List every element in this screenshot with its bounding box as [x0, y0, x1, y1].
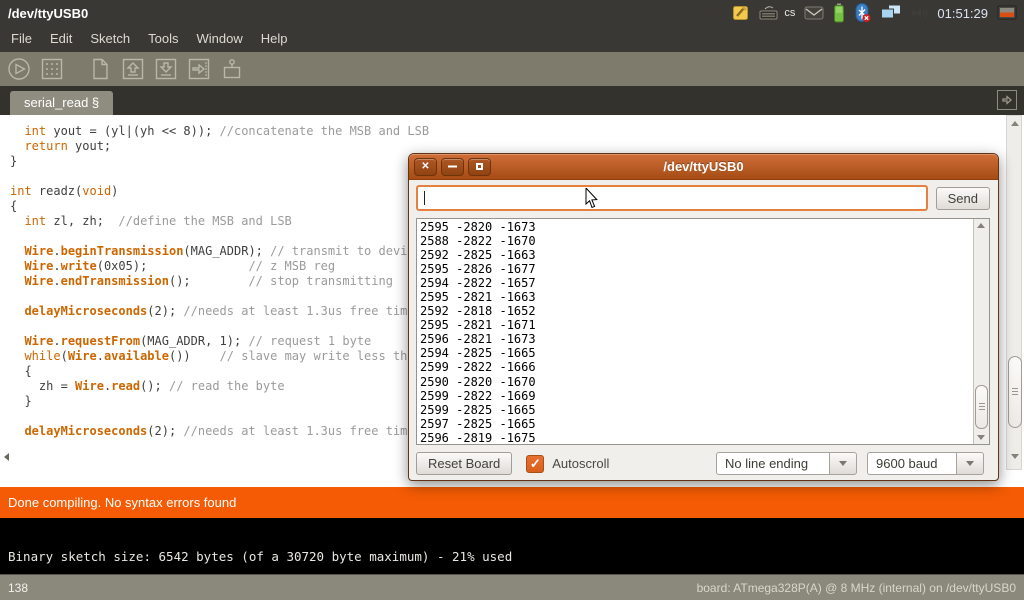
code-line: return yout; [10, 139, 1024, 154]
baud-rate-select[interactable]: 9600 baud [867, 452, 984, 475]
tab-menu-button[interactable] [997, 90, 1017, 110]
save-sketch-button[interactable] [153, 56, 179, 82]
serial-output-line: 2595 -2826 -1677 [420, 262, 971, 276]
text-caret [424, 191, 425, 205]
stop-button[interactable] [39, 56, 65, 82]
chevron-down-icon[interactable] [956, 452, 984, 475]
serial-output-line: 2599 -2822 -1666 [420, 360, 971, 374]
serial-input-row: Send [409, 180, 998, 216]
tab-serial-read[interactable]: serial_read § [10, 91, 113, 115]
menu-item-help[interactable]: Help [252, 26, 297, 52]
h-scroll-left-arrow[interactable] [4, 453, 9, 461]
serial-output-line: 2595 -2820 -1673 [420, 220, 971, 234]
line-ending-value: No line ending [716, 452, 829, 475]
network-icon[interactable] [880, 4, 902, 22]
serial-output-line: 2592 -2818 -1652 [420, 304, 971, 318]
ide-footer: 138 board: ATmega328P(A) @ 8 MHz (intern… [0, 574, 1024, 600]
mail-icon[interactable] [804, 6, 824, 20]
autoscroll-checkbox[interactable]: ✓ [526, 455, 544, 473]
console-output: Binary sketch size: 6542 bytes (of a 307… [0, 518, 1024, 574]
serial-output-line: 2594 -2825 -1665 [420, 346, 971, 360]
serial-output-line: 2596 -2819 -1675 [420, 431, 971, 445]
serial-output-text: 2595 -2820 -16732588 -2822 -16702592 -28… [417, 219, 974, 444]
notes-icon[interactable] [732, 4, 750, 22]
desktop-titlebar: /dev/ttyUSB0 cs 01:51:29 [0, 0, 1024, 26]
scroll-down-arrow[interactable] [977, 435, 985, 440]
console-text: Binary sketch size: 6542 bytes (of a 307… [8, 549, 512, 564]
scroll-up-arrow[interactable] [977, 223, 985, 228]
menu-item-file[interactable]: File [2, 26, 41, 52]
serial-output-scrollbar[interactable] [973, 219, 989, 444]
menubar: FileEditSketchToolsWindowHelp [0, 26, 1024, 52]
clock[interactable]: 01:51:29 [937, 6, 988, 21]
editor-scrollbar[interactable] [1006, 115, 1022, 470]
code-line: int yout = (yl|(yh << 8)); //concatenate… [10, 124, 1024, 139]
menu-item-sketch[interactable]: Sketch [81, 26, 139, 52]
autoscroll-label: Autoscroll [552, 456, 609, 471]
volume-icon[interactable] [911, 5, 928, 21]
menu-item-window[interactable]: Window [187, 26, 251, 52]
serial-output-line: 2594 -2822 -1657 [420, 276, 971, 290]
serial-output-line: 2588 -2822 -1670 [420, 234, 971, 248]
send-button[interactable]: Send [936, 187, 990, 210]
line-number-indicator: 138 [0, 581, 28, 595]
serial-output-line: 2599 -2825 -1665 [420, 403, 971, 417]
window-title: /dev/ttyUSB0 [0, 6, 88, 21]
new-sketch-button[interactable] [87, 56, 113, 82]
status-message: Done compiling. No syntax errors found [8, 495, 236, 510]
tab-strip: serial_read § [0, 86, 1024, 115]
arduino-ide-screen: /dev/ttyUSB0 cs 01:51:29 FileEditSketchT… [0, 0, 1024, 600]
open-sketch-button[interactable] [120, 56, 146, 82]
verify-button[interactable] [6, 56, 32, 82]
menu-item-tools[interactable]: Tools [139, 26, 187, 52]
serial-window-titlebar[interactable]: ✕ /dev/ttyUSB0 [409, 154, 998, 180]
board-info: board: ATmega328P(A) @ 8 MHz (internal) … [697, 581, 1024, 595]
upload-button[interactable] [186, 56, 212, 82]
editor-scrollbar-thumb[interactable] [1008, 356, 1022, 428]
scroll-down-arrow[interactable] [1011, 454, 1019, 459]
serial-output-area[interactable]: 2595 -2820 -16732588 -2822 -16702592 -28… [416, 218, 990, 445]
serial-window-title: /dev/ttyUSB0 [409, 159, 998, 174]
system-tray: cs 01:51:29 [732, 3, 1024, 23]
session-menu-icon[interactable] [997, 5, 1018, 22]
serial-input[interactable] [416, 185, 928, 211]
serial-output-line: 2592 -2825 -1663 [420, 248, 971, 262]
serial-output-line: 2597 -2825 -1665 [420, 417, 971, 431]
line-ending-select[interactable]: No line ending [716, 452, 857, 475]
serial-output-line: 2596 -2821 -1673 [420, 332, 971, 346]
ide-toolbar [0, 52, 1024, 86]
serial-controls-row: Reset Board ✓ Autoscroll No line ending … [409, 445, 998, 475]
battery-icon[interactable] [833, 3, 845, 23]
compile-status-bar: Done compiling. No syntax errors found [0, 487, 1024, 518]
bluetooth-disabled-icon[interactable] [854, 3, 871, 23]
serial-output-line: 2595 -2821 -1671 [420, 318, 971, 332]
reset-board-button[interactable]: Reset Board [416, 452, 512, 475]
chevron-down-icon[interactable] [829, 452, 857, 475]
serial-output-line: 2599 -2822 -1669 [420, 389, 971, 403]
scroll-up-arrow[interactable] [1011, 121, 1019, 126]
keyboard-layout-label[interactable]: cs [784, 7, 795, 19]
menu-item-edit[interactable]: Edit [41, 26, 81, 52]
serial-monitor-window: ✕ /dev/ttyUSB0 Send 2595 -2820 -16732588… [408, 153, 999, 481]
serial-monitor-button[interactable] [219, 56, 245, 82]
serial-output-line: 2590 -2820 -1670 [420, 375, 971, 389]
mouse-cursor [585, 188, 600, 214]
serial-scrollbar-thumb[interactable] [975, 385, 988, 429]
serial-output-line: 2595 -2821 -1663 [420, 290, 971, 304]
baud-rate-value: 9600 baud [867, 452, 956, 475]
tab-label: serial_read § [24, 95, 99, 110]
keyboard-layout-icon[interactable] [759, 5, 779, 21]
